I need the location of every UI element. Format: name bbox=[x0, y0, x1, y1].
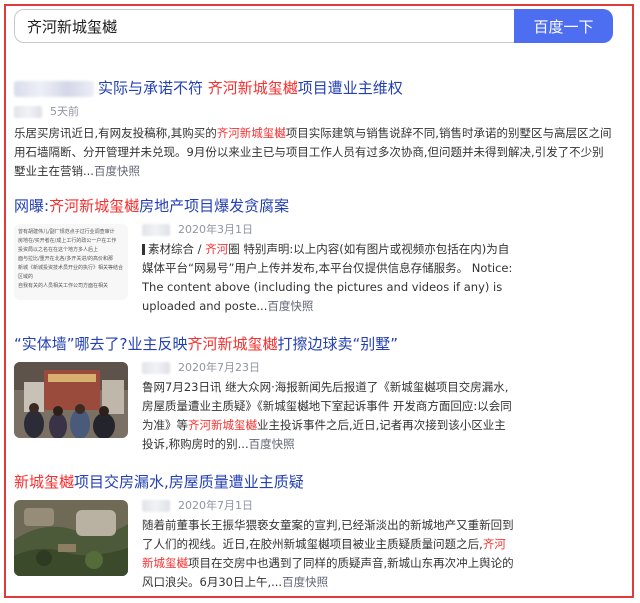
blurred-source-name bbox=[14, 106, 42, 118]
blurred-source-name bbox=[142, 362, 170, 374]
search-box bbox=[14, 9, 514, 43]
result-textcol: 2020年7月1日 随着前董事长王振华猥亵女童案的宣判,已经渐淡出的新城地产又重… bbox=[142, 498, 514, 592]
search-input[interactable] bbox=[15, 10, 497, 42]
result-thumbnail[interactable]: 曾有胡建伟儿/副厂规范点子过行业调查审计 房地在/买开者在/成上工行的政公一户在… bbox=[14, 224, 128, 300]
search-result-2: 网曝:齐河新城玺樾房地产项目爆发贪腐案 曾有胡建伟儿/副厂规范点子过行业调查审计… bbox=[14, 196, 614, 321]
search-result-1: 实际与承诺不符 齐河新城玺樾项目遭业主维权 5天前 乐居买房讯近日,有网友投稿称… bbox=[14, 78, 614, 181]
result-meta: 2020年7月1日 bbox=[142, 498, 514, 514]
result-thumbnail[interactable] bbox=[14, 500, 128, 576]
result-textcol: 2020年7月23日 鲁网7月23日讯 继大众网·海报新闻先后报道了《新城玺樾项… bbox=[142, 360, 514, 454]
snapshot-link[interactable]: 百度快照 bbox=[267, 299, 313, 313]
blurred-source-logo bbox=[14, 80, 94, 97]
result-meta: 5天前 bbox=[14, 104, 614, 120]
snapshot-link[interactable]: 百度快照 bbox=[249, 437, 295, 451]
result-title[interactable]: 新城玺樾项目交房漏水,房屋质量遭业主质疑 bbox=[14, 472, 614, 492]
crowd-building-photo-icon bbox=[14, 362, 128, 438]
blurred-source-name bbox=[142, 500, 170, 512]
result-abstract: 随着前董事长王振华猥亵女童案的宣判,已经渐淡出的新城地产又重新回到了人们的视线。… bbox=[142, 518, 514, 589]
result-abstract: 乐居买房讯近日,有网友投稿称,其购买的齐河新城玺樾项目实际建筑与销售说辞不同,销… bbox=[14, 126, 612, 178]
snapshot-link[interactable]: 百度快照 bbox=[94, 164, 140, 178]
result-textcol: 2020年3月1日 素材综合 / 齐河圈 特别声明:以上内容(如有图片或视频亦包… bbox=[142, 222, 514, 316]
result-title[interactable]: 实际与承诺不符 齐河新城玺樾项目遭业主维权 bbox=[14, 78, 614, 98]
result-abstract: 鲁网7月23日讯 继大众网·海报新闻先后报道了《新城玺樾项目交房漏水,房屋质量遭… bbox=[142, 380, 512, 451]
result-meta: 2020年7月23日 bbox=[142, 360, 514, 376]
leaking-pipe-photo-icon bbox=[14, 500, 128, 576]
quote-bar-icon bbox=[142, 244, 145, 255]
search-result-4: 新城玺樾项目交房漏水,房屋质量遭业主质疑 2020年7月1日 随着前董事长王振华… bbox=[14, 472, 614, 592]
search-result-3: “实体墙”哪去了?业主反映齐河新城玺樾打擦边球卖“别墅” 2020年7月23日 … bbox=[14, 334, 614, 459]
result-title[interactable]: 网曝:齐河新城玺樾房地产项目爆发贪腐案 bbox=[14, 196, 614, 216]
result-meta: 2020年3月1日 bbox=[142, 222, 514, 238]
result-thumbnail[interactable] bbox=[14, 362, 128, 438]
blurred-source-name bbox=[142, 224, 170, 236]
result-title[interactable]: “实体墙”哪去了?业主反映齐河新城玺樾打擦边球卖“别墅” bbox=[14, 334, 614, 354]
search-button[interactable]: 百度一下 bbox=[514, 9, 613, 43]
snapshot-link[interactable]: 百度快照 bbox=[282, 575, 328, 589]
result-abstract: 素材综合 / 齐河圈 特别声明:以上内容(如有图片或视频亦包括在内)为自媒体平台… bbox=[142, 242, 513, 313]
